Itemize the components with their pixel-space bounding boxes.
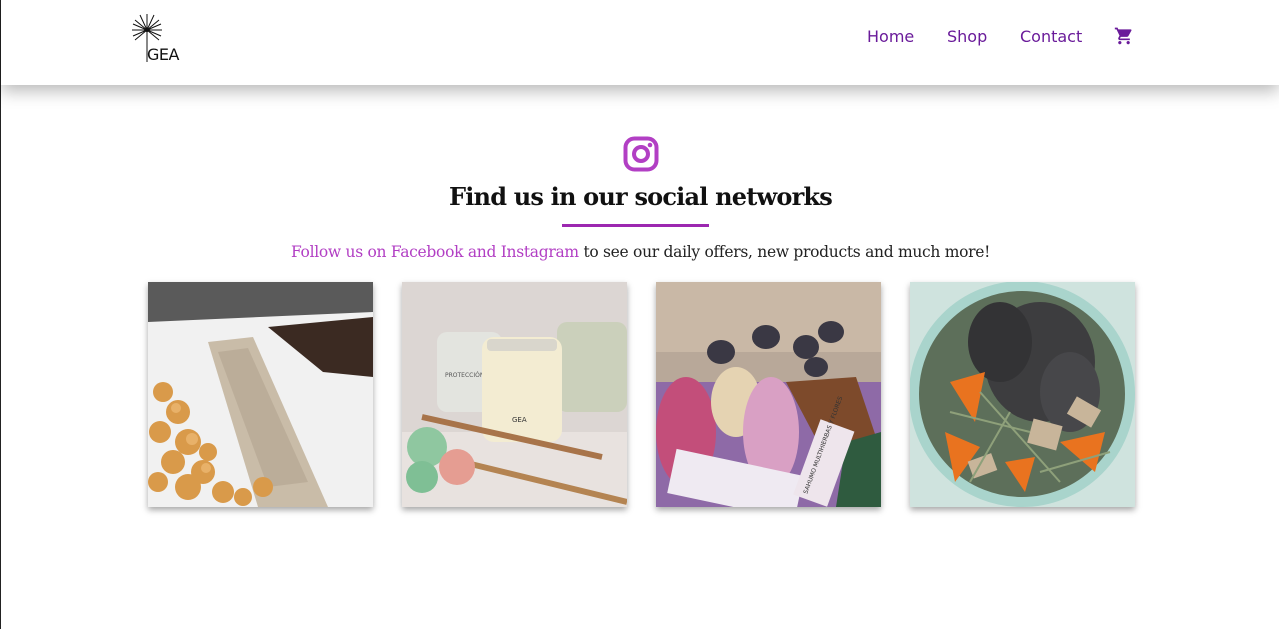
- title-underline: [562, 224, 709, 227]
- candle-label: GEA: [512, 416, 527, 424]
- nav-contact-link[interactable]: Contact: [1020, 27, 1082, 46]
- gallery-photo-resins[interactable]: [148, 282, 373, 507]
- instagram-icon[interactable]: [623, 136, 659, 172]
- nav-shop-link[interactable]: Shop: [947, 27, 987, 46]
- shopping-cart-icon[interactable]: [1114, 26, 1134, 46]
- jar-label: PROTECCIÓN: [445, 372, 484, 379]
- logo-text: GEA: [147, 45, 179, 64]
- gallery-photo-candles[interactable]: PROTECCIÓN GEA: [402, 282, 627, 507]
- section-subtitle: Follow us on Facebook and Instagram to s…: [1, 243, 1279, 261]
- navbar: GEA Home Shop Contact: [1, 0, 1279, 85]
- gallery-photo-bundles[interactable]: SAHUMO MULTIHIERBAS Y FLORES: [656, 282, 881, 507]
- gallery-photo-jar-mix[interactable]: [910, 282, 1135, 507]
- section-title: Find us in our social networks: [449, 182, 833, 211]
- subtitle-text: to see our daily offers, new products an…: [578, 243, 991, 261]
- nav-home-link[interactable]: Home: [867, 27, 914, 46]
- social-follow-link[interactable]: Follow us on Facebook and Instagram: [291, 243, 579, 261]
